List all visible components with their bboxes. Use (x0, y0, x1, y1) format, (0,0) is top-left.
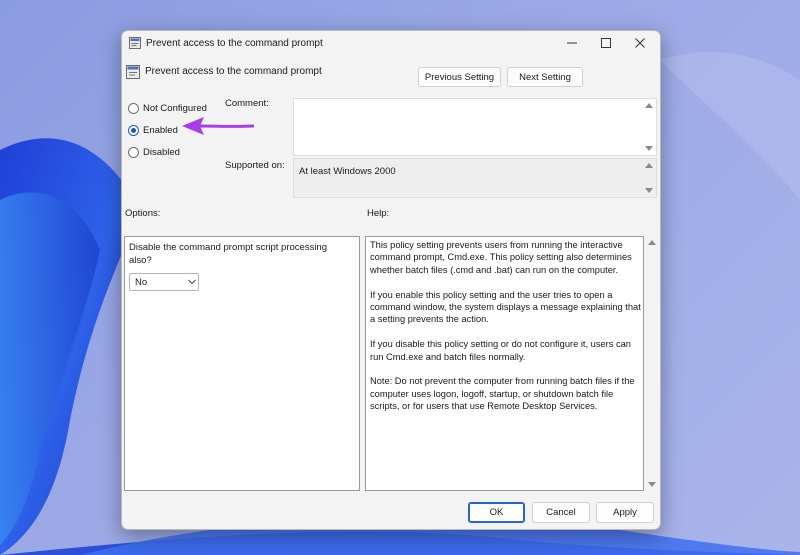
minimize-button[interactable] (555, 31, 589, 55)
maximize-button[interactable] (589, 31, 623, 55)
minimize-icon (567, 42, 577, 44)
help-scrollbar[interactable] (646, 236, 658, 491)
scroll-down-icon[interactable] (648, 482, 656, 487)
radio-button-selected[interactable] (128, 124, 139, 136)
help-paragraph: Note: Do not prevent the computer from r… (370, 376, 635, 412)
help-paragraph: This policy setting prevents users from … (370, 240, 632, 275)
scroll-down-icon[interactable] (645, 146, 653, 151)
supported-on-box: At least Windows 2000 (293, 158, 657, 198)
policy-setting-icon (126, 65, 140, 79)
policy-name: Prevent access to the command prompt (145, 66, 322, 77)
maximize-icon (601, 38, 611, 48)
previous-setting-button[interactable]: Previous Setting (418, 67, 501, 87)
comment-label: Comment: (225, 98, 269, 109)
close-button[interactable] (623, 31, 657, 55)
title-bar[interactable]: Prevent access to the command prompt (122, 31, 660, 55)
chevron-down-icon (188, 279, 196, 285)
radio-enabled[interactable]: Enabled (128, 123, 178, 137)
comment-scrollbar[interactable] (644, 103, 654, 153)
cancel-button[interactable]: Cancel (532, 502, 590, 523)
policy-icon (129, 37, 141, 49)
radio-button[interactable] (128, 146, 139, 158)
help-paragraph: If you disable this policy setting or do… (370, 339, 631, 362)
next-setting-button[interactable]: Next Setting (507, 67, 583, 87)
radio-label: Enabled (143, 124, 178, 136)
supported-on-value: At least Windows 2000 (299, 166, 396, 177)
scroll-up-icon[interactable] (645, 163, 653, 168)
help-paragraph: If you enable this policy setting and th… (370, 289, 641, 325)
supported-on-label: Supported on: (225, 160, 285, 171)
help-panel: This policy setting prevents users from … (365, 236, 644, 491)
options-label: Options: (125, 208, 161, 219)
radio-label: Disabled (143, 146, 180, 158)
select-value: No (135, 277, 148, 288)
radio-button[interactable] (128, 102, 139, 114)
comment-textarea[interactable] (293, 98, 657, 156)
script-processing-select[interactable]: No (129, 273, 199, 291)
window-title: Prevent access to the command prompt (146, 38, 323, 49)
radio-label: Not Configured (143, 102, 207, 114)
apply-button[interactable]: Apply (596, 502, 654, 523)
close-icon (635, 38, 645, 48)
scroll-up-icon[interactable] (645, 103, 653, 108)
annotation-arrow-icon (182, 117, 254, 135)
option-prompt: Disable the command prompt script proces… (129, 242, 328, 266)
supported-scrollbar[interactable] (644, 163, 654, 195)
help-label: Help: (367, 208, 390, 219)
ok-button[interactable]: OK (468, 502, 525, 523)
scroll-down-icon[interactable] (645, 188, 653, 193)
policy-dialog: Prevent access to the command prompt Pre… (121, 30, 661, 530)
help-text: This policy setting prevents users from … (370, 239, 642, 425)
scroll-up-icon[interactable] (648, 240, 656, 245)
options-panel: Disable the command prompt script proces… (124, 236, 360, 491)
radio-not-configured[interactable]: Not Configured (128, 101, 207, 115)
radio-disabled[interactable]: Disabled (128, 145, 180, 159)
